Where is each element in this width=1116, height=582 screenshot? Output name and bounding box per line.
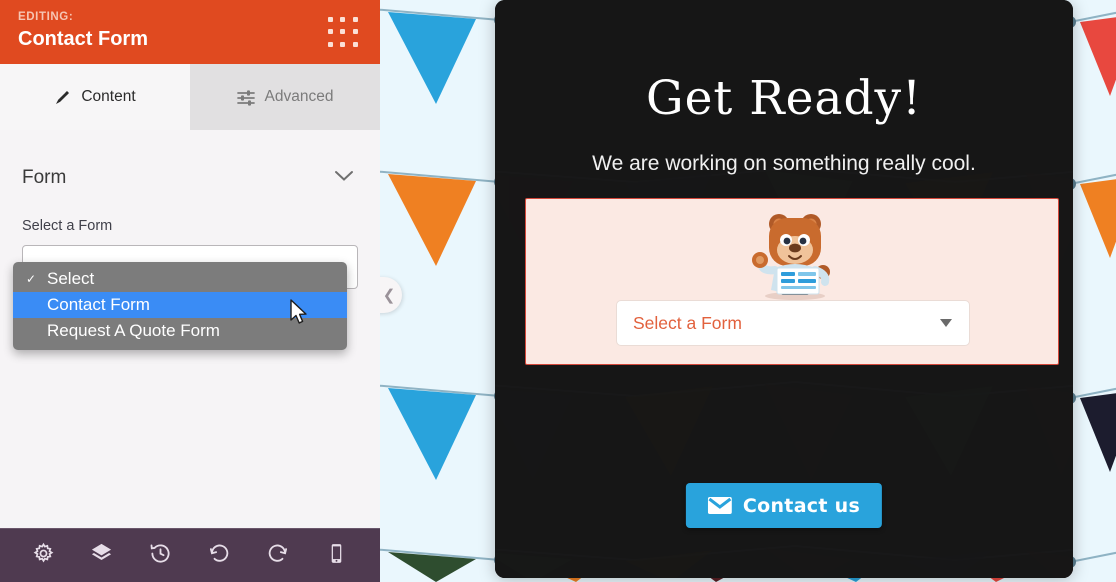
app-root: ❮ Get Ready! We are working on something… [0,0,1116,582]
tab-content[interactable]: Content [0,64,190,130]
sliders-icon [236,89,255,106]
tab-advanced[interactable]: Advanced [190,64,380,130]
form-dropdown-menu[interactable]: Select Contact Form Request A Quote Form [13,262,347,350]
redo-icon[interactable] [266,542,289,570]
chevron-left-icon: ❮ [382,286,396,304]
dropdown-option-label: Request A Quote Form [47,321,220,340]
coming-soon-preview-card: Get Ready! We are working on something r… [495,0,1073,578]
chevron-down-icon[interactable] [334,169,358,187]
page-title: Get Ready! [646,71,922,126]
tab-content-label: Content [81,88,136,105]
form-section-header[interactable]: Form [22,130,358,196]
tab-advanced-label: Advanced [264,88,334,105]
gear-icon[interactable] [32,542,55,570]
pencil-icon [56,90,70,104]
history-icon[interactable] [149,542,172,570]
editing-eyebrow: EDITING: [18,11,74,23]
editing-title: Contact Form [18,28,148,50]
dropdown-option-label: Select [47,269,95,288]
dropdown-option-label: Contact Form [47,295,150,314]
form-embed-card: Select a Form [525,198,1059,365]
contact-us-button[interactable]: Contact us [685,483,883,528]
dropdown-option-request-a-quote-form[interactable]: Request A Quote Form [13,318,347,344]
coming-soon-content: Get Ready! We are working on something r… [495,0,1073,365]
mobile-icon[interactable] [325,542,348,570]
sidebar-footer-toolbar [0,528,380,582]
preview-form-select-label: Select a Form [633,312,742,333]
sidebar-header: EDITING: Contact Form [0,0,380,64]
mascot-wrap [526,199,1058,302]
form-section-title: Form [22,167,67,188]
caret-down-icon [940,319,952,327]
dropdown-option-select[interactable]: Select [13,266,347,292]
preview-form-select[interactable]: Select a Form [616,300,970,346]
envelope-icon [707,497,732,514]
dropdown-option-contact-form[interactable]: Contact Form [13,292,347,318]
editor-sidebar: EDITING: Contact Form Content Advanced F… [0,0,380,582]
grid-dots-icon[interactable] [326,15,360,49]
select-a-form-label: Select a Form [22,218,113,234]
page-subtitle: We are working on something really cool. [592,152,976,175]
contact-us-label: Contact us [742,494,861,517]
bear-mascot-icon [752,214,830,300]
preview-area: ❮ Get Ready! We are working on something… [380,0,1116,582]
sidebar-tabs: Content Advanced [0,64,380,130]
undo-icon[interactable] [208,542,231,570]
layers-icon[interactable] [90,542,113,570]
